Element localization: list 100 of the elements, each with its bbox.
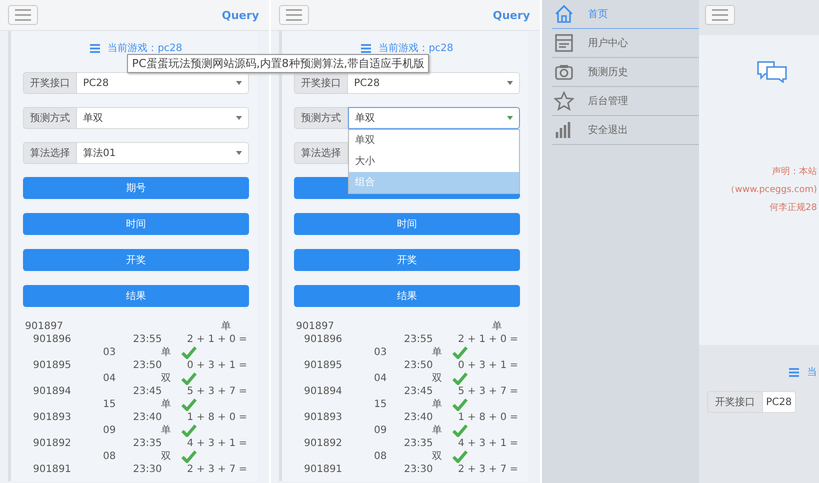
menu-icon (712, 9, 728, 21)
draw-time: 23:30 (404, 463, 434, 476)
dropdown-option[interactable]: 单双 (349, 130, 519, 151)
draw-time: 23:50 (404, 359, 434, 372)
home-icon (554, 4, 574, 24)
list-icon (789, 368, 799, 376)
field-label: 预测方式 (23, 107, 77, 129)
draw-time: 23:40 (404, 411, 434, 424)
issue-number: 901895 (32, 359, 72, 372)
menu-item[interactable]: 用户中心 (552, 29, 699, 58)
draw-time: 23:35 (133, 437, 163, 450)
draw-time: 23:45 (133, 385, 163, 398)
star-icon (554, 91, 574, 111)
sort-button[interactable]: 开奖 (294, 249, 520, 271)
sort-button[interactable]: 结果 (294, 285, 520, 307)
issue-number: 901897 (296, 320, 334, 333)
caret-icon (507, 81, 513, 85)
chat-icon (757, 61, 787, 83)
draw-formula: 1 + 8 + 0 = (457, 411, 520, 424)
brand-logo: Query (222, 8, 259, 22)
sort-button[interactable]: 开奖 (23, 249, 249, 271)
draw-sum: 04 (373, 372, 388, 385)
game-title: 当 (807, 366, 817, 379)
draw-sum: 15 (373, 398, 388, 411)
game-title: 当前游戏：pc28 (108, 42, 182, 55)
draw-sum: 08 (102, 450, 117, 463)
draw-formula: 0 + 3 + 1 = (186, 359, 248, 372)
issue-number: 901891 (32, 463, 72, 476)
draw-formula: 4 + 3 + 1 = (186, 437, 248, 450)
draw-formula: 2 + 1 + 0 = (457, 333, 520, 346)
menu-item[interactable]: 预测历史 (552, 58, 699, 87)
sort-button[interactable]: 结果 (23, 285, 249, 307)
menu-item[interactable]: 首页 (552, 0, 699, 29)
issue-number: 901892 (303, 437, 344, 450)
draw-sum: 09 (373, 424, 388, 437)
id-card-icon (554, 33, 574, 53)
list-icon (360, 44, 371, 52)
caret-icon (236, 81, 242, 85)
sort-button[interactable]: 期号 (23, 177, 249, 199)
result-text: 单 (431, 424, 443, 437)
field-label: 算法选择 (23, 142, 77, 164)
brand-logo: Query (492, 8, 530, 22)
draw-formula: 2 + 3 + 7 = (457, 463, 520, 476)
draw-sum: 09 (102, 424, 117, 437)
notice-text: 何李正规28 (768, 202, 817, 215)
field-label: 开奖接口 (707, 391, 763, 413)
draw-sum: 03 (102, 346, 117, 359)
issue-number: 901896 (303, 333, 344, 346)
select-field[interactable]: PC28 (348, 72, 520, 94)
list-icon (90, 44, 100, 52)
select-field[interactable]: PC28 (763, 391, 796, 413)
field-label: 开奖接口 (23, 72, 77, 94)
caret-icon (236, 151, 242, 155)
sort-button[interactable]: 时间 (23, 213, 249, 235)
tooltip: PC蛋蛋玩法预测网站源码,内置8种预测算法,带自适应手机版 (127, 54, 430, 73)
draw-formula: 2 + 1 + 0 = (186, 333, 248, 346)
notice-text: （www.pceggs.com) (726, 184, 817, 197)
result-text: 单 (492, 320, 502, 333)
draw-sum: 15 (102, 398, 117, 411)
field-label: 开奖接口 (294, 72, 348, 94)
draw-sum: 04 (102, 372, 117, 385)
result-text: 单 (160, 424, 172, 437)
menu-button[interactable] (279, 5, 309, 25)
caret-icon (236, 116, 242, 120)
menu-button[interactable] (705, 5, 735, 25)
issue-number: 901891 (303, 463, 344, 476)
menu-icon (286, 9, 302, 21)
result-text: 单 (160, 346, 172, 359)
dropdown-option[interactable]: 大小 (349, 151, 519, 172)
camera-icon (554, 62, 574, 82)
draw-time: 23:40 (133, 411, 163, 424)
issue-number: 901897 (25, 320, 64, 333)
select-field[interactable]: PC28 (77, 72, 249, 94)
sort-button[interactable]: 时间 (294, 213, 520, 235)
select-field[interactable]: 单双 (77, 107, 249, 129)
field-label: 预测方式 (294, 107, 348, 129)
select-field[interactable]: 算法01 (77, 142, 249, 164)
issue-number: 901893 (303, 411, 344, 424)
menu-icon (15, 9, 31, 21)
notice-text: 声明：本站 (771, 166, 817, 179)
draw-time: 23:55 (404, 333, 434, 346)
result-text: 双 (160, 372, 172, 385)
draw-sum: 03 (373, 346, 388, 359)
issue-number: 901894 (32, 385, 72, 398)
draw-time: 23:50 (133, 359, 163, 372)
caret-icon (507, 116, 513, 120)
result-text: 双 (160, 450, 172, 463)
draw-formula: 5 + 3 + 7 = (186, 385, 248, 398)
issue-number: 901896 (32, 333, 72, 346)
draw-time: 23:45 (404, 385, 434, 398)
draw-sum: 08 (373, 450, 388, 463)
issue-number: 901893 (32, 411, 72, 424)
result-text: 双 (431, 372, 443, 385)
draw-time: 23:35 (404, 437, 434, 450)
draw-time: 23:30 (133, 463, 163, 476)
draw-formula: 2 + 3 + 7 = (186, 463, 248, 476)
field-label: 算法选择 (294, 142, 348, 164)
draw-time: 23:55 (133, 333, 163, 346)
draw-formula: 5 + 3 + 7 = (457, 385, 520, 398)
menu-button[interactable] (8, 5, 38, 25)
